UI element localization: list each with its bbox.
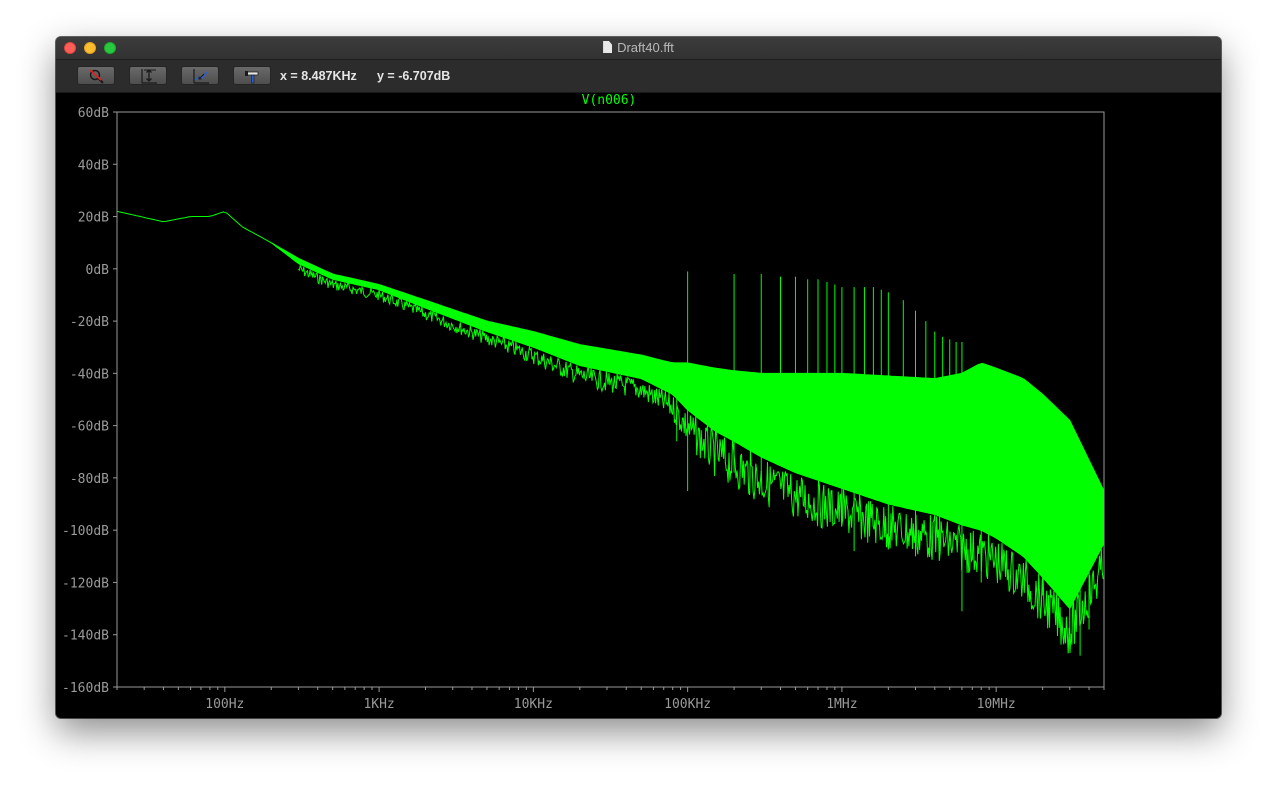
autorange-icon — [141, 69, 157, 84]
x-tick-label: 100KHz — [664, 697, 711, 712]
document-icon — [603, 41, 613, 53]
y-tick-label: 20dB — [78, 211, 109, 226]
x-tick-label: 10MHz — [977, 697, 1016, 712]
y-tick-label: -20dB — [70, 315, 109, 330]
zoom-cancel-button[interactable] — [77, 66, 115, 85]
trace-label[interactable]: V(n006) — [582, 93, 637, 108]
x-tick-label: 100Hz — [205, 697, 244, 712]
cursor-y-readout: y = -6.707dB — [377, 69, 451, 83]
fft-plot[interactable]: V(n006) 60dB 40dB 20dB 0dB -20dB -40dB -60dB -8… — [56, 93, 1221, 718]
magnifier-cancel-icon — [89, 69, 104, 84]
y-tick-label: 0dB — [86, 263, 110, 278]
y-tick-label: -160dB — [62, 681, 109, 696]
window-title-area: Draft40.fft — [56, 37, 1221, 59]
y-tick-label: -40dB — [70, 367, 109, 382]
autorange-y-button[interactable] — [129, 66, 167, 85]
cursor-x-readout: x = 8.487KHz — [280, 69, 357, 83]
zoom-full-icon — [193, 69, 209, 84]
y-tick-label: -100dB — [62, 524, 109, 539]
x-tick-label: 1KHz — [363, 697, 394, 712]
cursor-button[interactable] — [233, 66, 271, 85]
y-tick-label: -60dB — [70, 420, 109, 435]
y-tick-label: -120dB — [62, 576, 109, 591]
toolbar: x = 8.487KHz y = -6.707dB — [56, 60, 1221, 93]
y-tick-label: 40dB — [78, 158, 109, 173]
y-tick-label: -80dB — [70, 472, 109, 487]
fft-window: Draft40.fft x = 8.487KHz y = -6.707dB V(… — [56, 37, 1221, 718]
title-bar[interactable]: Draft40.fft — [56, 37, 1221, 60]
x-tick-label: 10KHz — [514, 697, 553, 712]
y-tick-label: 60dB — [78, 106, 109, 121]
zoom-full-button[interactable] — [181, 66, 219, 85]
x-tick-label: 1MHz — [826, 697, 857, 712]
window-title: Draft40.fft — [617, 40, 674, 55]
hammer-icon — [245, 71, 259, 84]
y-tick-label: -140dB — [62, 629, 109, 644]
